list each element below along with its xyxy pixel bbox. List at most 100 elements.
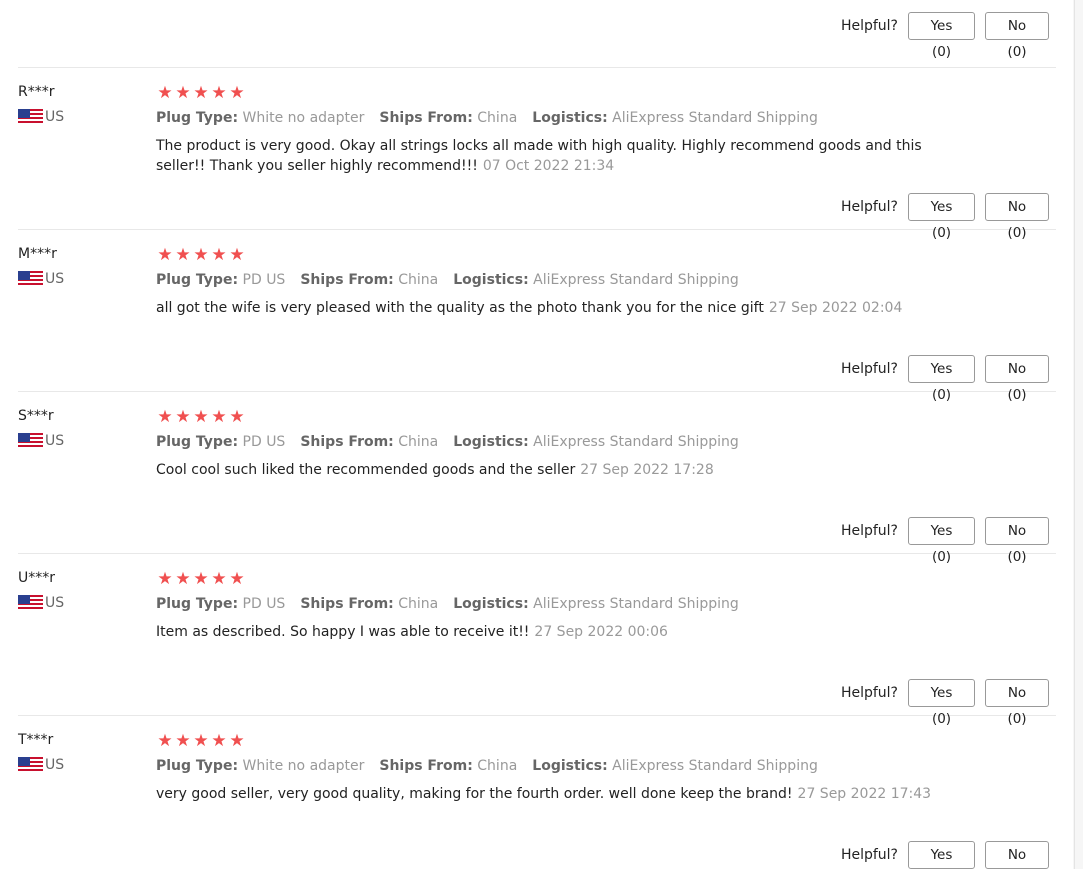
- review-body: ★ ★ ★ ★ ★ Plug Type: PD US Ships From: China…: [156, 571, 1036, 642]
- reviewer-country: US: [18, 433, 138, 449]
- us-flag-icon: [18, 271, 43, 287]
- star-rating: ★ ★ ★ ★ ★: [156, 569, 1036, 589]
- star-icon: ★: [175, 407, 191, 427]
- order-attributes: Plug Type: PD US Ships From: China Logis…: [156, 272, 1036, 289]
- logistics-attribute: Logistics: AliExpress Standard Shipping: [453, 272, 739, 288]
- helpful-label: Helpful?: [840, 523, 898, 539]
- ships-from-attribute: Ships From: China: [300, 434, 439, 450]
- star-icon: ★: [175, 731, 191, 751]
- star-icon: ★: [211, 731, 227, 751]
- review-text: Item as described. So happy I was able t…: [156, 622, 946, 642]
- country-code: US: [45, 757, 65, 773]
- helpful-yes-button[interactable]: Yes (0): [908, 355, 975, 403]
- star-icon: ★: [211, 245, 227, 265]
- previous-review-footer: Helpful? Yes (0) No (0): [18, 0, 1056, 68]
- helpful-vote-group: Helpful? Yes (0) No (0): [840, 517, 1049, 565]
- review-body: ★ ★ ★ ★ ★ Plug Type: White no adapter Ships …: [156, 733, 1036, 804]
- star-icon: ★: [193, 83, 209, 103]
- star-icon: ★: [193, 569, 209, 589]
- star-icon: ★: [229, 569, 245, 589]
- star-rating: ★ ★ ★ ★ ★: [156, 83, 1036, 103]
- reviewer-country: US: [18, 271, 138, 287]
- country-code: US: [45, 271, 65, 287]
- logistics-attribute: Logistics: AliExpress Standard Shipping: [532, 758, 818, 774]
- review-date: 27 Sep 2022 17:28: [580, 462, 714, 478]
- helpful-yes-button[interactable]: Yes (0): [908, 679, 975, 727]
- review-comment: Item as described. So happy I was able t…: [156, 624, 530, 640]
- logistics-attribute: Logistics: AliExpress Standard Shipping: [453, 434, 739, 450]
- review-body: ★ ★ ★ ★ ★ Plug Type: White no adapter Ships …: [156, 85, 1036, 176]
- helpful-label: Helpful?: [840, 18, 898, 34]
- ships-from-attribute: Ships From: China: [379, 758, 518, 774]
- country-code: US: [45, 595, 65, 611]
- review-text: all got the wife is very pleased with th…: [156, 298, 946, 318]
- page-scrollbar[interactable]: [1073, 0, 1083, 869]
- reviewer-info: S***r US: [18, 408, 138, 449]
- ships-from-attribute: Ships From: China: [300, 272, 439, 288]
- star-icon: ★: [229, 731, 245, 751]
- plug-type-attribute: Plug Type: PD US: [156, 434, 286, 450]
- helpful-vote-group: Helpful? Yes (0) No (0): [840, 355, 1049, 403]
- star-icon: ★: [175, 83, 191, 103]
- helpful-yes-button[interactable]: Yes (0): [908, 841, 975, 869]
- helpful-no-button[interactable]: No (0): [985, 679, 1049, 727]
- star-rating: ★ ★ ★ ★ ★: [156, 245, 1036, 265]
- star-rating: ★ ★ ★ ★ ★: [156, 731, 1036, 751]
- reviewer-info: M***r US: [18, 246, 138, 287]
- us-flag-icon: [18, 433, 43, 449]
- helpful-no-button[interactable]: No (0): [985, 517, 1049, 565]
- reviews-page: Helpful? Yes (0) No (0) R***r US ★ ★ ★ ★ ★ P…: [0, 0, 1083, 869]
- helpful-yes-button[interactable]: Yes (0): [908, 193, 975, 241]
- ships-from-attribute: Ships From: China: [379, 110, 518, 126]
- review-text: very good seller, very good quality, mak…: [156, 784, 946, 804]
- review-date: 27 Sep 2022 00:06: [534, 624, 668, 640]
- review-date: 27 Sep 2022 02:04: [768, 300, 903, 316]
- order-attributes: Plug Type: PD US Ships From: China Logis…: [156, 596, 1036, 613]
- helpful-yes-button[interactable]: Yes (0): [908, 12, 975, 60]
- star-icon: ★: [175, 245, 191, 265]
- review-item: M***r US ★ ★ ★ ★ ★ Plug Type: PD US Ships Fr…: [18, 230, 1056, 403]
- helpful-no-button[interactable]: No (0): [985, 355, 1049, 403]
- country-code: US: [45, 433, 65, 449]
- review-date: 27 Sep 2022 17:43: [797, 786, 932, 802]
- star-icon: ★: [229, 83, 245, 103]
- helpful-no-button[interactable]: No (0): [985, 841, 1049, 869]
- helpful-yes-button[interactable]: Yes (0): [908, 517, 975, 565]
- review-item: U***r US ★ ★ ★ ★ ★ Plug Type: PD US Ships Fr…: [18, 554, 1056, 727]
- us-flag-icon: [18, 595, 43, 611]
- helpful-label: Helpful?: [840, 199, 898, 215]
- review-item: T***r US ★ ★ ★ ★ ★ Plug Type: White no adapt…: [18, 716, 1056, 869]
- star-icon: ★: [193, 731, 209, 751]
- review-body: ★ ★ ★ ★ ★ Plug Type: PD US Ships From: China…: [156, 409, 1036, 480]
- star-icon: ★: [157, 245, 173, 265]
- star-icon: ★: [157, 569, 173, 589]
- plug-type-attribute: Plug Type: PD US: [156, 596, 286, 612]
- order-attributes: Plug Type: White no adapter Ships From: …: [156, 110, 1036, 127]
- review-text: The product is very good. Okay all strin…: [156, 136, 946, 176]
- reviewer-name: M***r: [18, 246, 57, 262]
- ships-from-attribute: Ships From: China: [300, 596, 439, 612]
- logistics-attribute: Logistics: AliExpress Standard Shipping: [453, 596, 739, 612]
- helpful-label: Helpful?: [840, 361, 898, 377]
- helpful-label: Helpful?: [840, 847, 898, 863]
- country-code: US: [45, 109, 65, 125]
- review-feed: Helpful? Yes (0) No (0) R***r US ★ ★ ★ ★ ★ P…: [18, 0, 1056, 869]
- us-flag-icon: [18, 109, 43, 125]
- reviewer-country: US: [18, 757, 138, 773]
- reviewer-country: US: [18, 109, 138, 125]
- star-icon: ★: [229, 407, 245, 427]
- review-item: R***r US ★ ★ ★ ★ ★ Plug Type: White no adapt…: [18, 68, 1056, 241]
- star-icon: ★: [175, 569, 191, 589]
- review-date: 07 Oct 2022 21:34: [482, 158, 615, 174]
- review-item: S***r US ★ ★ ★ ★ ★ Plug Type: PD US Ships Fr…: [18, 392, 1056, 565]
- helpful-no-button[interactable]: No (0): [985, 12, 1049, 60]
- star-icon: ★: [211, 407, 227, 427]
- order-attributes: Plug Type: White no adapter Ships From: …: [156, 758, 1036, 775]
- us-flag-icon: [18, 757, 43, 773]
- star-icon: ★: [157, 731, 173, 751]
- helpful-vote-group: Helpful? Yes (0) No (0): [841, 841, 1049, 869]
- review-comment: all got the wife is very pleased with th…: [156, 300, 764, 316]
- star-icon: ★: [193, 407, 209, 427]
- helpful-vote-group: Helpful? Yes (0) No (0): [840, 12, 1049, 60]
- helpful-no-button[interactable]: No (0): [985, 193, 1049, 241]
